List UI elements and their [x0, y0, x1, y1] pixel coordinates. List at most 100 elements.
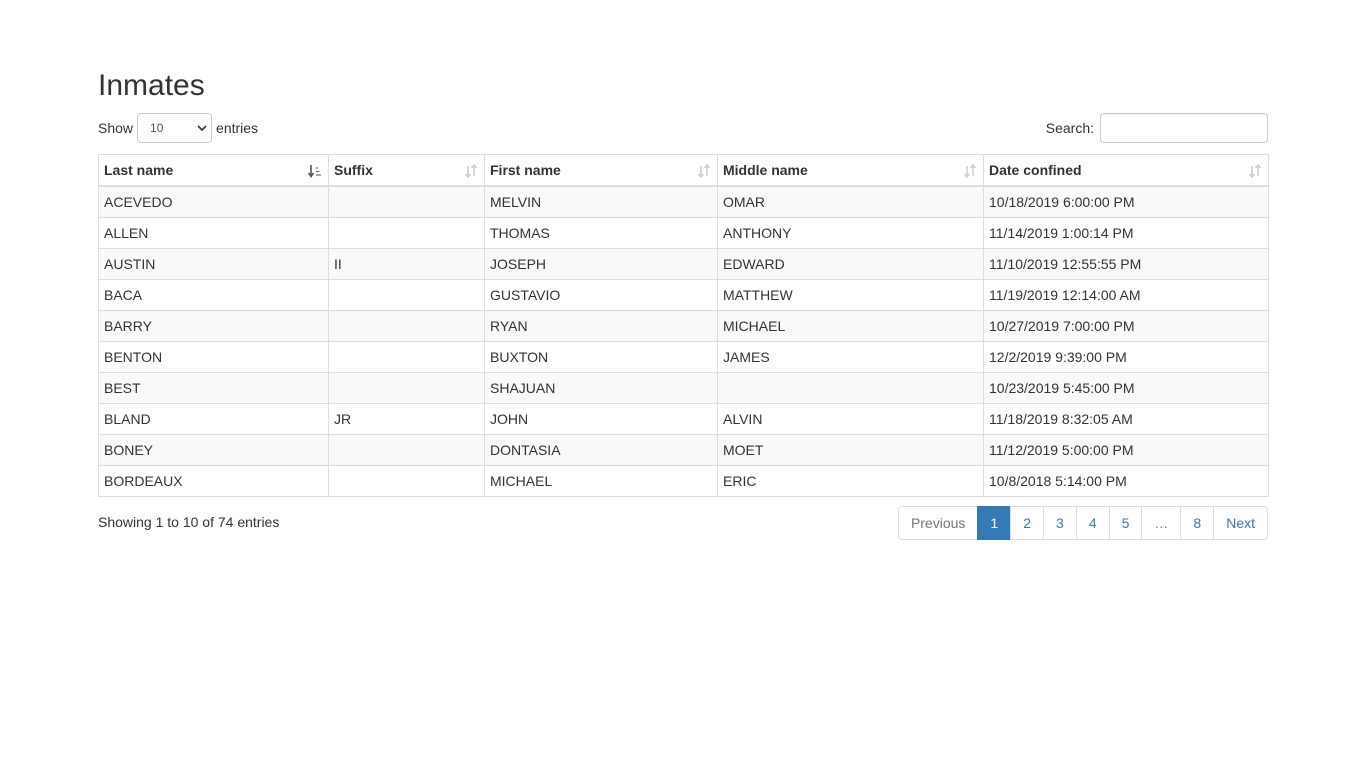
column-header-last-name[interactable]: Last name: [98, 154, 329, 187]
cell-last-name: AUSTIN: [98, 248, 329, 280]
cell-last-name: ACEVEDO: [98, 185, 329, 218]
cell-suffix: [328, 310, 485, 342]
table-header-row: Last name Suffix First name Middle name Date…: [98, 154, 1269, 187]
table-body: ACEVEDO MELVIN OMAR 10/18/2019 6:00:00 PM AL…: [98, 185, 1269, 497]
cell-first-name: SHAJUAN: [484, 372, 718, 404]
cell-date-confined: 11/19/2019 12:14:00 AM: [983, 279, 1269, 311]
column-header-label: First name: [490, 162, 561, 178]
table-row: BEST SHAJUAN 10/23/2019 5:45:00 PM: [98, 372, 1269, 404]
column-header-middle-name[interactable]: Middle name: [717, 154, 984, 187]
cell-suffix: JR: [328, 403, 485, 435]
table-row: BENTON BUXTON JAMES 12/2/2019 9:39:00 PM: [98, 341, 1269, 373]
cell-middle-name: ERIC: [717, 465, 984, 497]
chevron-down-icon: [197, 125, 207, 132]
cell-first-name: MICHAEL: [484, 465, 718, 497]
cell-first-name: JOHN: [484, 403, 718, 435]
column-header-label: Suffix: [334, 162, 373, 178]
cell-last-name: BENTON: [98, 341, 329, 373]
column-header-label: Middle name: [723, 162, 808, 178]
entries-per-page-select[interactable]: 10: [137, 113, 213, 143]
column-header-first-name[interactable]: First name: [484, 154, 718, 187]
inmates-table: Last name Suffix First name Middle name Date…: [98, 154, 1269, 497]
length-control: Show 10 entries: [98, 112, 258, 144]
cell-first-name: JOSEPH: [484, 248, 718, 280]
table-controls: Show 10 entries Search:: [98, 112, 1268, 144]
cell-last-name: ALLEN: [98, 217, 329, 249]
table-footer: Showing 1 to 10 of 74 entries Previous 1 2…: [98, 506, 1268, 540]
sort-ascending-icon: [308, 165, 321, 178]
cell-suffix: [328, 434, 485, 466]
cell-date-confined: 10/8/2018 5:14:00 PM: [983, 465, 1269, 497]
table-row: AUSTIN II JOSEPH EDWARD 11/10/2019 12:55:55 …: [98, 248, 1269, 280]
cell-date-confined: 11/18/2019 8:32:05 AM: [983, 403, 1269, 435]
entries-per-page-value: 10: [150, 121, 164, 135]
cell-suffix: II: [328, 248, 485, 280]
cell-last-name: BLAND: [98, 403, 329, 435]
cell-first-name: RYAN: [484, 310, 718, 342]
page-title: Inmates: [98, 69, 205, 102]
page-button-8[interactable]: 8: [1180, 506, 1215, 540]
table-row: BONEY DONTASIA MOET 11/12/2019 5:00:00 PM: [98, 434, 1269, 466]
cell-suffix: [328, 372, 485, 404]
cell-last-name: BONEY: [98, 434, 329, 466]
column-header-suffix[interactable]: Suffix: [328, 154, 485, 187]
cell-suffix: [328, 185, 485, 218]
cell-last-name: BORDEAUX: [98, 465, 329, 497]
cell-suffix: [328, 217, 485, 249]
column-header-label: Date confined: [989, 162, 1082, 178]
sort-both-icon: [464, 164, 478, 178]
search-input[interactable]: [1100, 113, 1268, 143]
sort-both-icon: [963, 164, 977, 178]
cell-middle-name: ANTHONY: [717, 217, 984, 249]
table-row: BARRY RYAN MICHAEL 10/27/2019 7:00:00 PM: [98, 310, 1269, 342]
next-page-button[interactable]: Next: [1213, 506, 1268, 540]
cell-first-name: MELVIN: [484, 185, 718, 218]
cell-last-name: BARRY: [98, 310, 329, 342]
cell-date-confined: 10/27/2019 7:00:00 PM: [983, 310, 1269, 342]
table-row: ACEVEDO MELVIN OMAR 10/18/2019 6:00:00 PM: [98, 185, 1269, 218]
cell-middle-name: ALVIN: [717, 403, 984, 435]
page-button-1[interactable]: 1: [977, 506, 1012, 540]
table-row: BORDEAUX MICHAEL ERIC 10/8/2018 5:14:00 PM: [98, 465, 1269, 497]
cell-date-confined: 10/18/2019 6:00:00 PM: [983, 185, 1269, 218]
cell-middle-name: MICHAEL: [717, 310, 984, 342]
page-button-5[interactable]: 5: [1108, 506, 1143, 540]
cell-date-confined: 10/23/2019 5:45:00 PM: [983, 372, 1269, 404]
page-button-2[interactable]: 2: [1010, 506, 1045, 540]
cell-first-name: GUSTAVIO: [484, 279, 718, 311]
cell-date-confined: 11/12/2019 5:00:00 PM: [983, 434, 1269, 466]
table-info: Showing 1 to 10 of 74 entries: [98, 514, 280, 530]
page-button-4[interactable]: 4: [1075, 506, 1110, 540]
cell-suffix: [328, 279, 485, 311]
cell-first-name: BUXTON: [484, 341, 718, 373]
cell-date-confined: 12/2/2019 9:39:00 PM: [983, 341, 1269, 373]
sort-both-icon: [1248, 164, 1262, 178]
column-header-date-confined[interactable]: Date confined: [983, 154, 1269, 187]
cell-date-confined: 11/10/2019 12:55:55 PM: [983, 248, 1269, 280]
sort-both-icon: [697, 164, 711, 178]
cell-middle-name: EDWARD: [717, 248, 984, 280]
search-control: Search:: [1046, 112, 1268, 144]
previous-page-button: Previous: [897, 506, 979, 540]
cell-suffix: [328, 341, 485, 373]
cell-suffix: [328, 465, 485, 497]
table-row: BLAND JR JOHN ALVIN 11/18/2019 8:32:05 AM: [98, 403, 1269, 435]
cell-last-name: BACA: [98, 279, 329, 311]
pagination-ellipsis: …: [1141, 506, 1182, 540]
pagination: Previous 1 2 3 4 5… 8 Next: [897, 506, 1268, 540]
cell-middle-name: OMAR: [717, 185, 984, 218]
cell-first-name: DONTASIA: [484, 434, 718, 466]
table-row: BACA GUSTAVIO MATTHEW 11/19/2019 12:14:00 A…: [98, 279, 1269, 311]
show-label: Show: [98, 120, 134, 136]
entries-label: entries: [216, 120, 259, 136]
cell-date-confined: 11/14/2019 1:00:14 PM: [983, 217, 1269, 249]
column-header-label: Last name: [104, 162, 174, 178]
cell-middle-name: MOET: [717, 434, 984, 466]
cell-middle-name: JAMES: [717, 341, 984, 373]
cell-last-name: BEST: [98, 372, 329, 404]
cell-first-name: THOMAS: [484, 217, 718, 249]
table-row: ALLEN THOMAS ANTHONY 11/14/2019 1:00:14 PM: [98, 217, 1269, 249]
search-label: Search:: [1045, 120, 1094, 136]
page-button-3[interactable]: 3: [1043, 506, 1077, 540]
cell-middle-name: [717, 372, 984, 404]
